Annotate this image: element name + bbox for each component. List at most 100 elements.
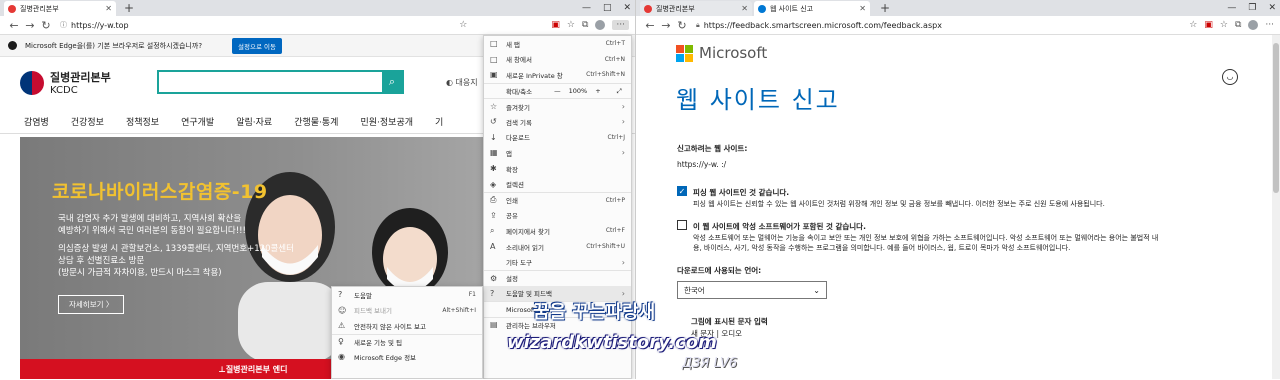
- favorites-icon[interactable]: ☆: [567, 20, 575, 30]
- menu-item-label: 페이지에서 찾기: [506, 227, 550, 236]
- info-icon[interactable]: ⓘ: [60, 20, 67, 30]
- close-tab-icon[interactable]: ✕: [741, 4, 748, 13]
- zoom-out-button[interactable]: —: [554, 87, 561, 95]
- submenu-item-label: 도움말: [354, 291, 372, 300]
- collections-icon[interactable]: ⧉: [1235, 20, 1241, 30]
- menu-item[interactable]: A 소리내어 읽기 Ctrl+Shift+U: [484, 239, 631, 255]
- menu-item[interactable]: □ 새 탭 Ctrl+T: [484, 36, 631, 52]
- find-icon: ⌕: [490, 225, 495, 235]
- share-icon: ⇪: [490, 210, 497, 220]
- extension-icon[interactable]: ▣: [551, 20, 560, 30]
- go-to-settings-button[interactable]: 설정으로 이동: [232, 37, 282, 54]
- kcdc-logo[interactable]: 질병관리본부 KCDC: [20, 69, 111, 96]
- maximize-icon[interactable]: □: [603, 0, 612, 16]
- favorites-icon[interactable]: ☆: [1220, 20, 1228, 30]
- site-search-input[interactable]: [159, 72, 382, 92]
- forward-icon[interactable]: →: [22, 19, 38, 32]
- banner-paragraph: 의심증상 발생 시 관할보건소, 1339콜센터, 지역번호+120콜센터 상담…: [58, 244, 294, 278]
- menu-item[interactable]: ⎙ 인쇄 Ctrl+P: [484, 191, 631, 208]
- minimize-icon[interactable]: —: [582, 0, 591, 16]
- back-icon[interactable]: ←: [6, 19, 22, 32]
- new-tab-button[interactable]: +: [124, 1, 134, 15]
- extension-icon[interactable]: ▣: [1204, 20, 1213, 30]
- scrollbar-thumb[interactable]: [1273, 43, 1279, 193]
- menu-item[interactable]: ▣ 새로운 InPrivate 창 Ctrl+Shift+N: [484, 67, 631, 83]
- collections-icon[interactable]: ⧉: [582, 20, 588, 30]
- tab-kcdc[interactable]: 질병관리본부 ✕: [4, 1, 116, 16]
- submenu-item[interactable]: ? 도움말 F1: [332, 287, 482, 303]
- smiley-feedback-icon[interactable]: ◡: [1222, 69, 1238, 85]
- close-tab-icon[interactable]: ✕: [859, 4, 866, 13]
- restore-icon[interactable]: ❐: [1248, 0, 1256, 16]
- back-icon[interactable]: ←: [642, 19, 658, 32]
- nav-item[interactable]: 민원·정보공개: [360, 115, 413, 128]
- close-tab-icon[interactable]: ✕: [105, 4, 112, 13]
- menu-item-help-feedback[interactable]: ? 도움말 및 피드백 ›: [484, 285, 631, 302]
- menu-shortcut: Alt+Shift+I: [442, 306, 476, 314]
- settings-icon: ⚙: [490, 273, 498, 283]
- submenu-item[interactable]: ♀ 새로운 기능 및 팁: [332, 333, 482, 350]
- zoom-in-button[interactable]: +: [595, 87, 600, 95]
- menu-item[interactable]: ▤ 관리하는 브라우저: [484, 316, 631, 333]
- menu-item-label: 앱: [506, 149, 512, 158]
- search-icon[interactable]: ⌕: [382, 72, 402, 92]
- page-title: 웹 사이트 신고: [676, 86, 840, 114]
- submenu-item[interactable]: ☺ 피드백 보내기 Alt+Shift+I: [332, 303, 482, 319]
- phishing-option-title: 피싱 웹 사이트인 것 같습니다.: [693, 188, 790, 197]
- captcha-links[interactable]: 새 문자 | 오디오: [691, 328, 742, 339]
- menu-item[interactable]: ↺ 검색 기록 ›: [484, 114, 631, 130]
- lock-icon[interactable]: 🔒︎: [696, 21, 700, 30]
- side-link-label: 대응지: [455, 78, 478, 87]
- menu-item[interactable]: □ 새 창에서 Ctrl+N: [484, 52, 631, 68]
- menu-item[interactable]: ⚙ 설정: [484, 269, 631, 286]
- side-link[interactable]: ◐ 대응지: [446, 77, 478, 88]
- language-select[interactable]: 한국어 ⌄: [677, 281, 827, 299]
- menu-item[interactable]: ⌕ 페이지에서 찾기 Ctrl+F: [484, 223, 631, 239]
- menu-item-label: 관리하는 브라우저: [506, 321, 556, 330]
- more-menu-icon[interactable]: ···: [1265, 20, 1274, 30]
- menu-shortcut: Ctrl+F: [605, 227, 625, 235]
- nav-item[interactable]: 간행물·통계: [294, 115, 338, 128]
- tab-kcdc[interactable]: 질병관리본부 ✕: [640, 1, 752, 16]
- menu-item[interactable]: ☆ 즐겨찾기 ›: [484, 98, 631, 114]
- refresh-icon[interactable]: ↻: [38, 19, 54, 32]
- submenu-item[interactable]: ◉ Microsoft Edge 정보: [332, 349, 482, 365]
- address-field[interactable]: ⓘ https://y-w.top: [60, 20, 459, 30]
- window-controls: — ❐ ✕: [1227, 0, 1276, 16]
- menu-shortcut: Ctrl+P: [605, 196, 625, 204]
- favorite-star-icon[interactable]: ☆: [1189, 20, 1197, 30]
- nav-item[interactable]: 연구개발: [181, 115, 214, 128]
- menu-item[interactable]: ✱ 확장: [484, 161, 631, 177]
- more-menu-button[interactable]: ···: [612, 20, 629, 30]
- menu-item[interactable]: ▦ 앱 ›: [484, 145, 631, 161]
- menu-item[interactable]: ◈ 컬렉션: [484, 176, 631, 192]
- view-more-button[interactable]: 자세히보기 〉: [58, 295, 125, 314]
- tab-report-site[interactable]: 웹 사이트 신고 ✕: [754, 1, 870, 16]
- nav-item[interactable]: 감염병: [24, 115, 49, 128]
- favorite-star-icon[interactable]: ☆: [459, 20, 467, 30]
- submenu-item[interactable]: ⚠ 안전하지 않은 사이트 보고: [332, 318, 482, 334]
- scrollbar[interactable]: [1272, 35, 1280, 379]
- kcdc-favicon-icon: [644, 4, 652, 13]
- phishing-checkbox[interactable]: ✓: [677, 186, 687, 196]
- menu-item[interactable]: ↓ 다운로드 Ctrl+J: [484, 130, 631, 146]
- new-tab-button[interactable]: +: [880, 1, 890, 15]
- menu-item[interactable]: ⇪ 공유: [484, 208, 631, 224]
- refresh-icon[interactable]: ↻: [674, 19, 690, 32]
- nav-item[interactable]: 건강정보: [71, 115, 104, 128]
- address-field[interactable]: 🔒︎ https://feedback.smartscreen.microsof…: [696, 21, 1189, 30]
- profile-avatar[interactable]: [595, 20, 606, 30]
- malware-checkbox[interactable]: [677, 220, 687, 230]
- nav-item[interactable]: 정책정보: [126, 115, 159, 128]
- close-window-icon[interactable]: ✕: [623, 0, 631, 16]
- menu-item[interactable]: Microsoft Edge 닫: [484, 301, 631, 317]
- menu-item[interactable]: 기타 도구 ›: [484, 254, 631, 270]
- nav-item[interactable]: 알림·자료: [236, 115, 272, 128]
- download-icon: ↓: [490, 132, 497, 142]
- nav-item[interactable]: 기: [435, 115, 443, 128]
- forward-icon[interactable]: →: [658, 19, 674, 32]
- minimize-icon[interactable]: —: [1227, 0, 1236, 16]
- fullscreen-icon[interactable]: ⤢: [617, 87, 622, 96]
- profile-avatar[interactable]: [1248, 20, 1259, 30]
- close-window-icon[interactable]: ✕: [1268, 0, 1276, 16]
